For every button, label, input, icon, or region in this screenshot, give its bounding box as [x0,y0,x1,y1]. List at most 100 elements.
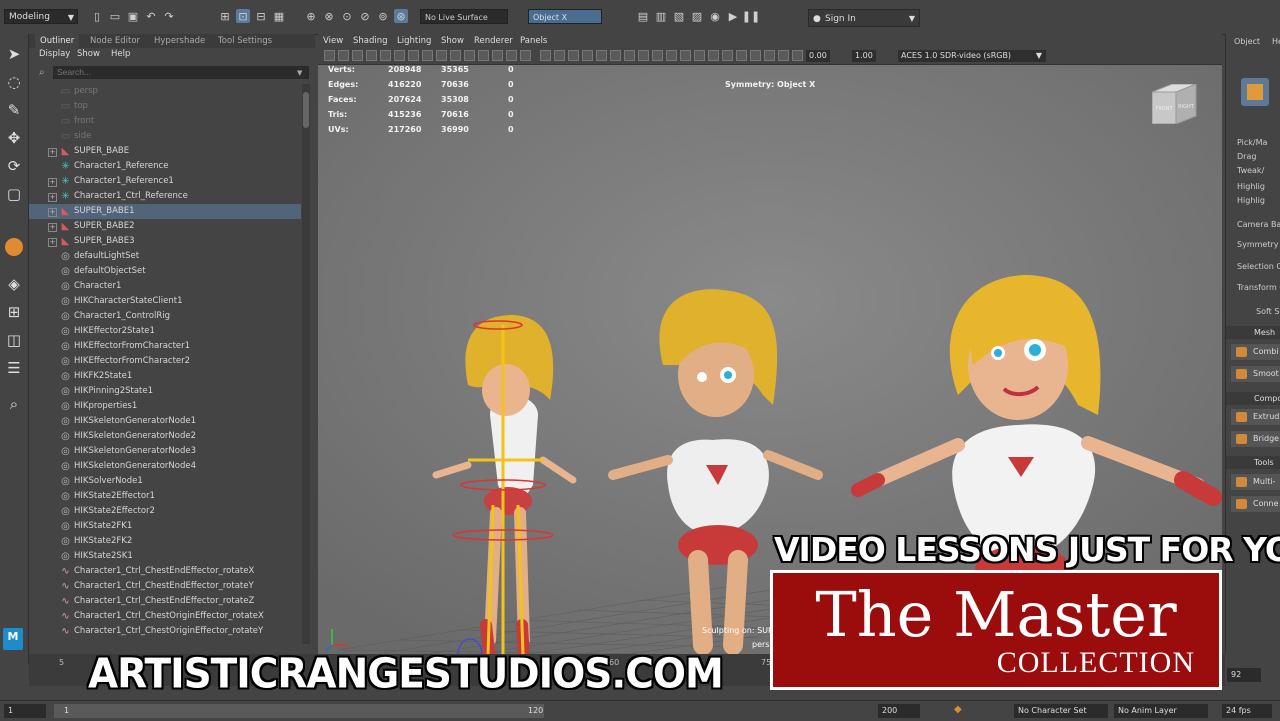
tab-node-editor[interactable]: Node Editor [85,34,145,48]
outliner-item[interactable]: ◎ HIKSolverNode1 [29,474,301,489]
paint-select-icon[interactable]: ✎ [4,100,24,120]
mask-icon[interactable]: ▦ [272,9,286,23]
outliner-item[interactable]: ◎ HIKFK2State1 [29,369,301,384]
search-icon[interactable]: ⌕ [4,394,24,414]
outliner-item[interactable]: ▭ persp [29,84,301,99]
outliner-item[interactable]: ◎ HIKState2Effector1 [29,489,301,504]
play-icon[interactable]: ▶ [726,9,740,23]
snap-surface-icon[interactable]: ⊚ [376,9,390,23]
pick-option[interactable]: Drag [1237,152,1256,161]
viewport-tool-icon[interactable] [750,50,761,61]
viewport-tool-icon[interactable] [694,50,705,61]
viewport-tool-icon[interactable] [722,50,733,61]
outliner-item[interactable]: ◎ HIKSkeletonGeneratorNode2 [29,429,301,444]
tab-outliner[interactable]: Outliner [35,34,80,48]
auto-key-icon[interactable]: ◆ [954,704,962,715]
viewport-tool-icon[interactable] [478,50,489,61]
outliner-search-input[interactable] [53,66,309,79]
pick-option[interactable]: Tweak/ [1237,166,1264,175]
viewport-tool-icon[interactable] [408,50,419,61]
outliner-layout-icon[interactable]: ☰ [4,358,24,378]
outliner-item[interactable]: + ◣ SUPER_BABE1 [29,204,301,219]
outliner-item[interactable]: ◎ HIKState2SK1 [29,549,301,564]
toolkit-button[interactable]: Multi- [1231,474,1280,490]
pick-option[interactable]: Highlig [1237,196,1265,205]
select-object-icon[interactable]: ⊡ [236,9,250,23]
viewport-tool-icon[interactable] [582,50,593,61]
outliner-item[interactable]: ∿ Character1_Ctrl_ChestEndEffector_rotate… [29,594,301,609]
viewport-tool-icon[interactable] [422,50,433,61]
snap-grid-icon[interactable]: ⊕ [304,9,318,23]
viewport-tool-icon[interactable] [366,50,377,61]
toolkit-section-header[interactable]: Tools [1226,456,1280,469]
tab-object[interactable]: Object [1234,37,1260,46]
last-tool-icon[interactable] [5,238,23,256]
toolkit-section-header[interactable]: Mesh [1226,326,1280,339]
toolkit-section-header[interactable]: Compo [1226,392,1280,405]
render-view-icon[interactable]: ▤ [636,9,650,23]
toolkit-button[interactable]: Bridge [1231,431,1280,447]
outliner-item[interactable]: ◎ HIKCharacterStateClient1 [29,294,301,309]
outliner-item[interactable]: + ◣ SUPER_BABE [29,144,301,159]
viewport-tool-icon[interactable] [352,50,363,61]
current-frame-field[interactable]: 92 [1227,668,1261,682]
menu-show[interactable]: Show [77,48,100,60]
render-settings-icon[interactable]: ▨ [690,9,704,23]
viewport-tool-icon[interactable] [624,50,635,61]
color-space-select[interactable]: ACES 1.0 SDR-video (sRGB) ▼ [898,50,1046,62]
pick-option[interactable]: Pick/Ma [1237,138,1267,147]
outliner-item[interactable]: + ✳ Character1_Ctrl_Reference [29,189,301,204]
outliner-item[interactable]: ▭ side [29,129,301,144]
outliner-item[interactable]: ∿ Character1_Ctrl_ChestEndEffector_rotate… [29,564,301,579]
soft-selection-toggle[interactable]: Soft S [1256,307,1279,316]
viewport-tool-icon[interactable] [540,50,551,61]
scale-tool-icon[interactable]: ▢ [4,184,24,204]
viewport-tool-icon[interactable] [652,50,663,61]
toolkit-button[interactable]: Conne [1231,496,1280,512]
expand-icon[interactable]: + [48,148,57,157]
outliner-item[interactable]: ∿ Character1_Ctrl_ChestOriginEffector_rot… [29,624,301,639]
viewport-tool-icon[interactable] [666,50,677,61]
viewport-tool-icon[interactable] [554,50,565,61]
viewport-tool-icon[interactable] [436,50,447,61]
viewport-tool-icon[interactable] [778,50,789,61]
viewport-tool-icon[interactable] [450,50,461,61]
viewport-tool-icon[interactable] [596,50,607,61]
outliner-item[interactable]: + ◣ SUPER_BABE3 [29,234,301,249]
lasso-tool-icon[interactable]: ◌ [4,72,24,92]
viewport-tool-icon[interactable] [680,50,691,61]
viewport-tool-icon[interactable] [736,50,747,61]
outliner-item[interactable]: ✳ Character1_Reference [29,159,301,174]
expand-icon[interactable]: + [48,223,57,232]
viewport-tool-icon[interactable] [324,50,335,61]
save-scene-icon[interactable]: ▣ [126,9,140,23]
viewport-tool-icon[interactable] [610,50,621,61]
snap-view-icon[interactable]: ⊘ [358,9,372,23]
viewport-tool-icon[interactable] [464,50,475,61]
viewport-tool-icon[interactable] [638,50,649,61]
gamma-field[interactable]: 1.00 [852,50,876,62]
outliner-item[interactable]: ◎ HIKSkeletonGeneratorNode4 [29,459,301,474]
menu-lighting[interactable]: Lighting [397,34,431,48]
viewport-tool-icon[interactable] [568,50,579,61]
menu-panels[interactable]: Panels [520,34,547,48]
open-scene-icon[interactable]: ▭ [108,9,122,23]
outliner-item[interactable]: ◎ HIKState2Effector2 [29,504,301,519]
menu-help[interactable]: Help [111,48,130,60]
menu-display[interactable]: Display [39,48,70,60]
view-cube[interactable]: FRONT RIGHT [1152,84,1200,124]
single-view-icon[interactable]: ◈ [4,274,24,294]
pick-option[interactable]: Highlig [1237,182,1265,191]
new-scene-icon[interactable]: ▯ [90,9,104,23]
menu-show[interactable]: Show [441,34,464,48]
toolkit-button[interactable]: Extrud [1231,409,1280,425]
object-mode-button[interactable] [1241,78,1269,106]
expand-icon[interactable]: + [48,178,57,187]
mode-select[interactable]: Modeling ▼ [4,9,78,24]
outliner-item[interactable]: + ◣ SUPER_BABE2 [29,219,301,234]
two-view-icon[interactable]: ◫ [4,330,24,350]
toolkit-row[interactable]: Selection C [1237,262,1280,271]
undo-icon[interactable]: ↶ [144,9,158,23]
outliner-item[interactable]: ∿ Character1_Ctrl_ChestOriginEffector_rot… [29,609,301,624]
outliner-item[interactable]: ◎ HIKEffectorFromCharacter2 [29,354,301,369]
